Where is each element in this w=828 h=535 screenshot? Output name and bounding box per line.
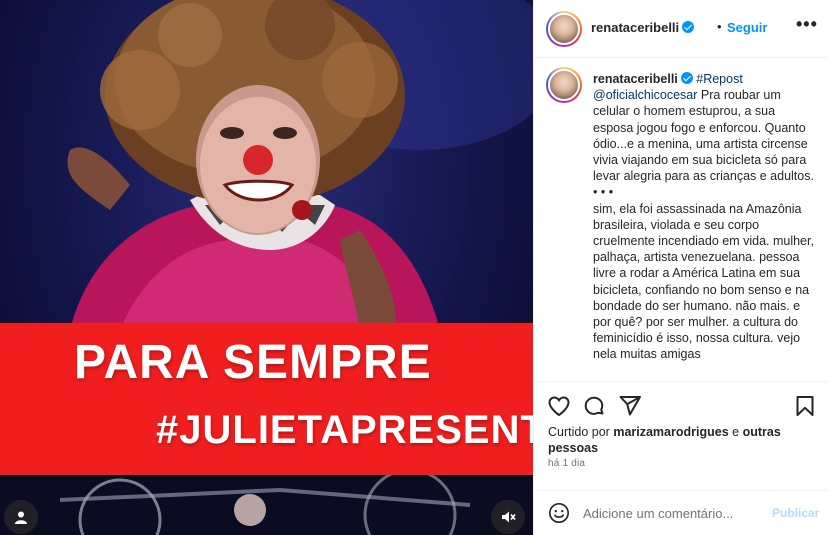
more-options-icon[interactable]: ••• (796, 14, 818, 35)
banner-title: PARA SEMPRE (74, 336, 432, 389)
banner-hashtag: #JULIETAPRESENTE (156, 408, 533, 452)
caption-username[interactable]: renataceribelli (593, 72, 678, 86)
comment-bar: Publicar (534, 490, 828, 535)
caption-body-1: Pra roubar um celular o homem estuprou, … (593, 88, 814, 184)
follow-button[interactable]: Seguir (727, 20, 767, 35)
bookmark-icon[interactable] (793, 394, 817, 418)
post-header: renataceribelli • Seguir ••• (534, 0, 828, 58)
post-timestamp[interactable]: há 1 dia (548, 458, 585, 469)
speaker-muted-icon (502, 511, 516, 523)
verified-badge-icon (682, 21, 695, 33)
mention-link[interactable]: @oficialchicocesar (593, 88, 697, 102)
post-sidebar: renataceribelli • Seguir ••• renatacerib… (533, 0, 828, 535)
author-username-text[interactable]: renataceribelli (591, 20, 679, 35)
heart-icon[interactable] (547, 394, 571, 418)
likes-prefix: Curtido por (548, 425, 610, 439)
caption-body-2: sim, ela foi assassinada na Amazônia bra… (593, 201, 814, 362)
likes-suffix: e (732, 425, 740, 439)
comment-icon[interactable] (582, 394, 606, 418)
likes-summary: Curtido por marizamarodrigues e outras p… (548, 424, 818, 456)
comment-input[interactable] (583, 502, 763, 524)
user-tag-icon (15, 511, 27, 524)
caption-paragraph-1: renataceribelli #Repost @oficialchicoces… (593, 71, 815, 184)
caption-section[interactable]: renataceribelli #Repost @oficialchicoces… (534, 59, 828, 381)
caption-text: renataceribelli #Repost @oficialchicoces… (593, 71, 815, 363)
tagged-users-button[interactable] (4, 500, 38, 534)
caption-avatar[interactable] (546, 67, 582, 103)
smiley-icon[interactable] (548, 502, 570, 524)
post-media[interactable]: PARA SEMPRE #JULIETAPRESENTE (0, 0, 533, 535)
publish-button[interactable]: Publicar (772, 506, 819, 520)
liked-by-user[interactable]: marizamarodrigues (613, 425, 728, 439)
verified-badge-icon (680, 72, 693, 84)
separator-dot: • (717, 19, 722, 34)
paper-plane-icon[interactable] (618, 394, 642, 418)
hashtag-repost[interactable]: #Repost (696, 72, 743, 86)
author-username[interactable]: renataceribelli (591, 20, 695, 35)
mute-toggle-button[interactable] (491, 500, 525, 534)
avatar[interactable] (546, 11, 582, 47)
caption-dots: • • • (593, 185, 614, 200)
